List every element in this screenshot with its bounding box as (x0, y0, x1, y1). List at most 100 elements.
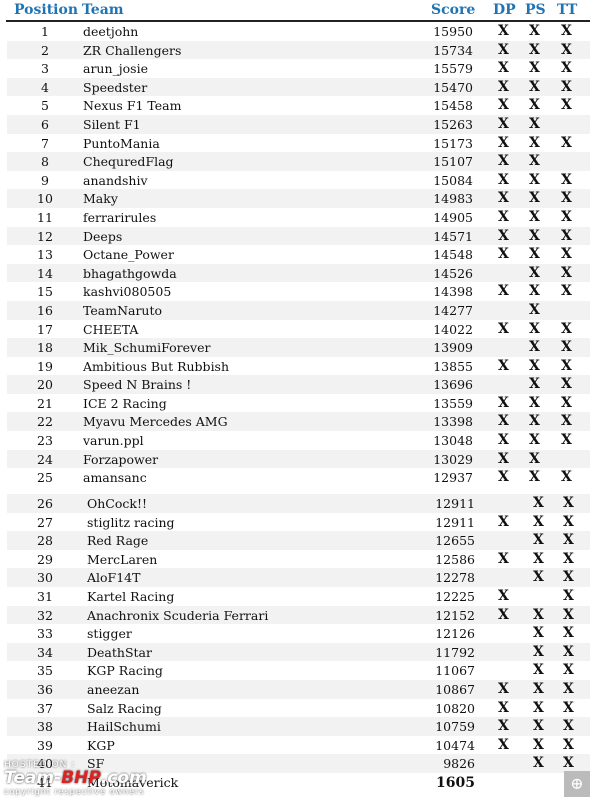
tt-mark: X (563, 606, 574, 623)
tt-mark: X (561, 97, 572, 114)
ps-mark: X (533, 755, 544, 772)
score-cell: 14398 (433, 284, 473, 300)
table-row: 21 ICE 2 Racing 13559 X X X (7, 394, 590, 413)
table-row: 37 Salz Racing 10820 X X X (7, 699, 590, 718)
team-cell: anandshiv (83, 172, 148, 188)
dp-mark: X (498, 513, 509, 530)
dp-mark: X (498, 41, 509, 58)
position-cell: 20 (37, 377, 53, 393)
table-row: 18 Mik_SchumiForever 13909 X X (7, 338, 590, 357)
ps-mark: X (533, 495, 544, 511)
team-cell: Silent F1 (83, 116, 141, 132)
score-cell: 13398 (433, 414, 473, 430)
ps-mark: X (529, 23, 540, 39)
score-cell: 13855 (433, 358, 473, 374)
team-cell: stiglitz racing (87, 514, 175, 530)
ps-mark: X (529, 264, 540, 281)
team-cell: AloF14T (87, 570, 141, 586)
tt-mark: X (561, 171, 572, 188)
score-cell: 15734 (433, 42, 473, 58)
ps-mark: X (529, 227, 540, 244)
score-cell: 14022 (433, 321, 473, 337)
score-cell: 13029 (433, 451, 473, 467)
table-row: 12 Deeps 14571 X X X (7, 226, 590, 246)
ps-mark: X (529, 78, 540, 95)
ps-mark: X (529, 60, 540, 77)
tt-mark: X (563, 699, 574, 716)
position-cell: 7 (41, 135, 49, 151)
dp-mark: X (498, 115, 509, 132)
score-cell: 14526 (433, 265, 473, 281)
team-cell: deetjohn (83, 24, 139, 39)
header-dp: DP (493, 2, 516, 18)
table-row: 27 stiglitz racing 12911 X X X (7, 513, 590, 532)
ps-mark: X (529, 320, 540, 337)
ps-mark: X (533, 643, 544, 660)
ps-mark: X (529, 413, 540, 430)
dp-mark: X (498, 432, 509, 449)
dp-mark: X (498, 134, 509, 151)
tt-mark: X (561, 469, 572, 486)
tt-mark: X (561, 339, 572, 356)
position-cell: 25 (37, 470, 53, 486)
position-cell: 21 (37, 395, 53, 411)
table-row: 2 ZR Challengers 15734 X X X (7, 40, 590, 60)
team-cell: stigger (87, 626, 132, 642)
position-cell: 10 (37, 191, 53, 207)
position-cell: 2 (41, 42, 49, 58)
table-row: 32 Anachronix Scuderia Ferrari 12152 X X X (7, 605, 590, 625)
score-cell: 13048 (433, 433, 473, 449)
dp-mark: X (498, 680, 509, 697)
position-cell: 23 (37, 433, 53, 449)
tt-mark: X (563, 736, 574, 753)
table-row: 20 Speed N Brains ! 13696 X X (7, 375, 590, 394)
position-cell: 35 (37, 663, 53, 679)
table-row: 15 kashvi080505 14398 X X X (7, 282, 590, 301)
score-cell: 12152 (435, 607, 475, 623)
dp-mark: X (498, 320, 509, 337)
position-cell: 1 (41, 24, 49, 39)
score-cell: 12937 (433, 470, 473, 486)
score-cell: 12911 (435, 514, 475, 530)
ps-mark: X (529, 301, 540, 318)
tt-mark: X (563, 587, 574, 604)
dp-mark: X (498, 394, 509, 411)
tt-mark: X (561, 413, 572, 430)
magnifier-plus-icon[interactable]: ⊕ (564, 771, 590, 797)
team-cell: ferrarirules (83, 209, 157, 225)
score-cell: 10867 (435, 681, 475, 697)
position-cell: 31 (37, 588, 53, 604)
table-row: 14 bhagathgowda 14526 X X (7, 263, 590, 283)
ps-mark: X (529, 153, 540, 170)
tt-mark: X (563, 625, 574, 642)
position-cell: 29 (37, 551, 53, 567)
score-cell: 12911 (435, 496, 475, 511)
score-cell: 15458 (433, 98, 473, 114)
team-cell: Kartel Racing (87, 588, 175, 604)
score-cell: 15173 (433, 135, 473, 151)
team-cell: Deeps (83, 228, 123, 244)
dp-mark: X (498, 208, 509, 225)
table-row: 39 KGP 10474 X X X (7, 736, 590, 755)
table-row: 8 ChequredFlag 15107 X X (7, 152, 590, 171)
dp-mark: X (498, 736, 509, 753)
dp-mark: X (498, 171, 509, 188)
score-cell: 14571 (433, 228, 473, 244)
tt-mark: X (561, 264, 572, 281)
position-cell: 24 (37, 451, 53, 467)
score-cell: 15470 (433, 79, 473, 95)
dp-mark: X (498, 469, 509, 486)
dp-mark: X (498, 153, 509, 170)
dp-mark: X (498, 606, 509, 623)
ps-mark: X (529, 208, 540, 225)
team-cell: Red Rage (87, 533, 149, 549)
standings-table-part-2: 26 OhCock!! 12911 X X 27 stiglitz racing 12911 X… (7, 494, 590, 792)
dp-mark: X (498, 246, 509, 263)
team-cell: varun.ppl (83, 433, 144, 449)
position-cell: 34 (37, 644, 53, 660)
ps-mark: X (533, 625, 544, 642)
table-row: 11 ferrarirules 14905 X X X (7, 208, 590, 227)
standings-table-part-1: 1 deetjohn 15950 X X X 2 ZR Challengers 15734 X X X… (7, 22, 590, 487)
ps-mark: X (529, 394, 540, 411)
ps-mark: X (529, 115, 540, 132)
